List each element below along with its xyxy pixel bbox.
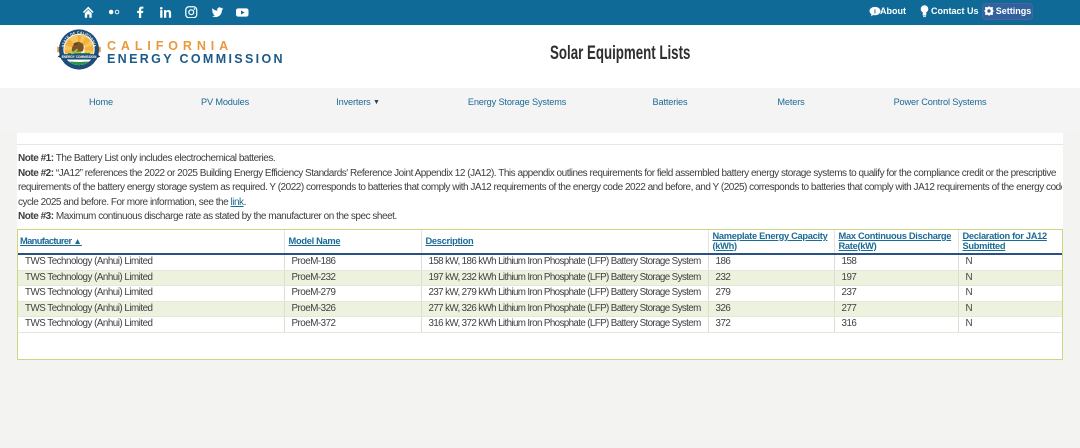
svg-text:ENERGY COMMISSION: ENERGY COMMISSION [62, 55, 98, 59]
svg-text:i: i [874, 8, 876, 15]
